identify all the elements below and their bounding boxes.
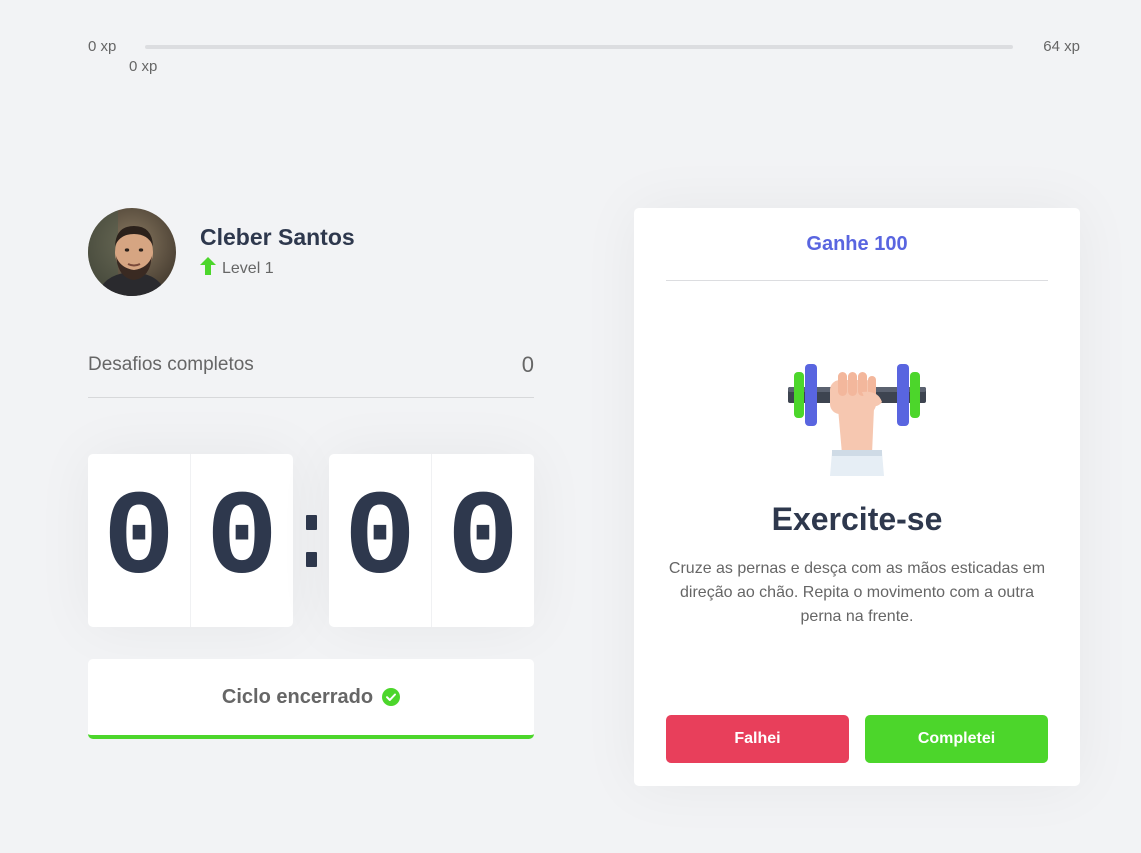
- countdown-separator: [293, 514, 329, 567]
- xp-track: [145, 45, 1013, 49]
- xp-max-label: 64 xp: [1043, 38, 1080, 55]
- profile-name: Cleber Santos: [200, 224, 355, 250]
- cycle-ended-label: Ciclo encerrado: [221, 685, 374, 708]
- cycle-ended-button[interactable]: Ciclo encerrado: [88, 659, 534, 739]
- xp-min-label: 0 xp: [88, 38, 117, 55]
- challenge-card: Ganhe 100 Exercite-se Cruze as pernas e …: [634, 208, 1080, 786]
- challenge-title: Exercite-se: [771, 501, 943, 537]
- completed-button[interactable]: Completei: [865, 715, 1048, 763]
- minutes: 0 0: [88, 454, 293, 627]
- seconds: 0 0: [329, 454, 534, 627]
- avatar: [88, 208, 176, 296]
- profile-level: Level 1: [200, 257, 355, 280]
- countdown: 0 0 0 0: [88, 454, 534, 627]
- profile: Cleber Santos Level 1: [88, 208, 355, 296]
- second-digit-left: 0: [329, 454, 432, 627]
- dumbbell-icon: [786, 364, 928, 478]
- check-circle-icon: [382, 688, 401, 706]
- arrow-up-icon: [200, 257, 216, 280]
- failed-button[interactable]: Falhei: [666, 715, 849, 763]
- profile-info: Cleber Santos Level 1: [200, 224, 355, 280]
- challenge-reward: Ganhe 100: [666, 208, 1048, 281]
- challenge-description: Cruze as pernas e desça com as mãos esti…: [668, 560, 1046, 625]
- minute-digit-left: 0: [88, 454, 191, 627]
- level-label: Level 1: [222, 259, 274, 277]
- completed-challenges-count: 0: [521, 352, 534, 377]
- second-digit-right: 0: [446, 472, 519, 609]
- experience-bar: 0 xp 0 xp 64 xp: [88, 38, 1080, 78]
- minute-digit-right: 0: [205, 472, 278, 609]
- completed-challenges: Desafios completos 0: [88, 350, 534, 398]
- xp-current-label: 0 xp: [129, 58, 158, 75]
- completed-challenges-label: Desafios completos: [88, 354, 254, 375]
